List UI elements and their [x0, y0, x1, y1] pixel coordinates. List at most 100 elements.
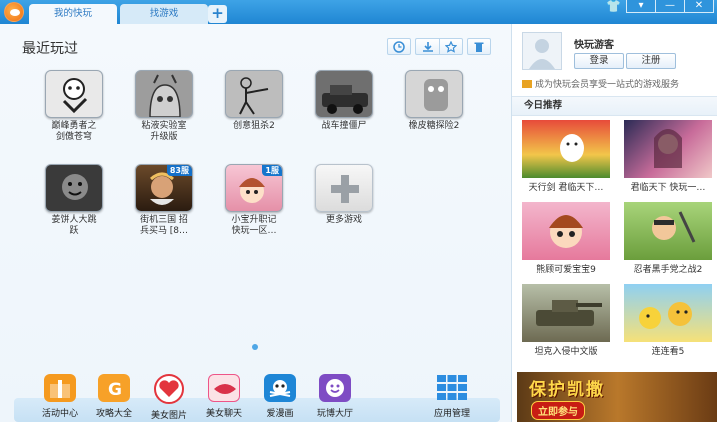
side-panel: 快玩游客 登录 注册 成为快玩会员享受一站式的游戏服务 今日推荐 天行剑 君临天… [511, 24, 717, 422]
vip-text: 成为快玩会员享受一站式的游戏服务 [535, 80, 680, 90]
game-name: 小宝升职记 快玩一区… [231, 215, 277, 236]
recommend-thumbnail [522, 202, 610, 260]
game-tile[interactable]: 橡皮糖探险2 [398, 70, 470, 132]
game-tile[interactable]: 粘液实验室 升级版 [128, 70, 200, 143]
game-tile[interactable]: 创意狙杀2 [218, 70, 290, 132]
recommend-caption: 连连看5 [651, 347, 685, 357]
recommend-item[interactable]: 忍者黑手党之战2 [622, 202, 714, 275]
crown-icon [522, 80, 532, 88]
recommend-item[interactable]: 连连看5 [622, 284, 714, 357]
main-panel: 最近玩过 巅峰勇者之 剑傲苍穹 粘液实验室 升级版 创意狙杀2 战车撞僵尸 橡皮… [0, 24, 511, 422]
favorite-button[interactable] [439, 38, 463, 55]
skull-icon [264, 374, 296, 402]
app-dock: 活动中心 G 攻略大全 美女图片 美女聊天 爱漫画 玩博大厅 应用管理 [0, 368, 511, 422]
app-beauty-photos[interactable]: 美女图片 [143, 374, 195, 421]
game-tile[interactable]: 巅峰勇者之 剑傲苍穹 [38, 70, 110, 143]
app-label: 爱漫画 [266, 409, 294, 419]
game-tile[interactable]: 战车撞僵尸 [308, 70, 380, 132]
download-button[interactable] [415, 38, 439, 55]
app-guides[interactable]: G 攻略大全 [88, 374, 140, 419]
recommend-caption: 忍者黑手党之战2 [633, 265, 703, 275]
app-label: 美女图片 [150, 411, 187, 421]
grid-icon [436, 374, 468, 402]
app-activity-center[interactable]: 活动中心 [34, 374, 86, 419]
menu-button[interactable]: ▾ [627, 0, 655, 12]
minimize-button[interactable]: — [655, 0, 684, 12]
game-name: 战车撞僵尸 [321, 121, 367, 131]
close-button[interactable]: ✕ [684, 0, 713, 12]
recent-games-grid: 巅峰勇者之 剑傲苍穹 粘液实验室 升级版 创意狙杀2 战车撞僵尸 橡皮糖探险2 [38, 70, 488, 270]
gift-icon [44, 374, 76, 402]
game-thumbnail: 83服 [135, 164, 193, 212]
recommend-caption: 熊顾可爱宝宝9 [536, 265, 596, 275]
recommend-caption: 天行剑 君临天下… [528, 183, 604, 193]
recommend-thumbnail [522, 120, 610, 178]
history-button[interactable] [387, 38, 411, 55]
guide-icon: G [98, 374, 130, 402]
app-beauty-chat[interactable]: 美女聊天 [198, 374, 250, 419]
recommend-item[interactable]: 熊顾可爱宝宝9 [520, 202, 612, 275]
recommend-caption: 坦克入侵中文版 [534, 347, 598, 357]
vip-promo[interactable]: 成为快玩会员享受一站式的游戏服务 [522, 77, 679, 90]
banner-title: 保护凯撒 [529, 380, 605, 400]
game-tile[interactable]: 1服 小宝升职记 快玩一区… [218, 164, 290, 237]
page-indicator[interactable] [252, 344, 258, 350]
game-name: 橡皮糖探险2 [408, 121, 460, 131]
game-thumbnail [225, 70, 283, 118]
add-tab-button[interactable]: + [208, 5, 227, 23]
recommend-item[interactable]: 君临天下 快玩一… [622, 120, 714, 193]
app-label: 攻略大全 [95, 409, 132, 419]
app-game-hall[interactable]: 玩博大厅 [309, 374, 361, 419]
recommend-thumbnail [624, 120, 712, 178]
recommend-thumbnail [522, 284, 610, 342]
svg-text:G: G [108, 380, 122, 400]
game-name: 街机三国 招 兵买马 [8… [139, 215, 189, 236]
more-games-tile[interactable]: 更多游戏 [308, 164, 380, 226]
title-bar: 我的快玩 找游戏 + 👕 ▾ — ✕ [0, 0, 717, 24]
recommend-thumbnail [624, 202, 712, 260]
delete-button[interactable] [467, 38, 491, 55]
app-comics[interactable]: 爱漫画 [254, 374, 306, 419]
register-button[interactable]: 注册 [626, 53, 676, 69]
login-button[interactable]: 登录 [574, 53, 624, 69]
game-name: 姜饼人大跳 跃 [51, 215, 97, 236]
download-icon [422, 41, 433, 52]
recommend-item[interactable]: 天行剑 君临天下… [520, 120, 612, 193]
window-controls: ▾ — ✕ [626, 0, 714, 13]
game-name: 创意狙杀2 [233, 121, 275, 131]
heart-icon [154, 374, 184, 404]
recent-toolbar [387, 38, 495, 55]
app-label: 活动中心 [41, 409, 78, 419]
server-badge: 1服 [262, 165, 282, 176]
game-thumbnail [135, 70, 193, 118]
app-label: 玩博大厅 [316, 409, 353, 419]
game-tile[interactable]: 姜饼人大跳 跃 [38, 164, 110, 237]
clock-icon [393, 40, 405, 53]
recommend-thumbnail [624, 284, 712, 342]
game-thumbnail [315, 70, 373, 118]
banner-join-button[interactable]: 立即参与 [531, 401, 585, 420]
tab-find-games[interactable]: 找游戏 [120, 4, 208, 24]
smile-icon [319, 374, 351, 402]
skin-icon[interactable]: 👕 [606, 0, 621, 12]
game-thumbnail [405, 70, 463, 118]
lips-icon [208, 374, 240, 402]
user-name: 快玩游客 [574, 40, 614, 51]
trash-icon [474, 42, 484, 52]
recommend-item[interactable]: 坦克入侵中文版 [520, 284, 612, 357]
section-title: 最近玩过 [22, 41, 78, 57]
promo-banner[interactable]: 保护凯撒 立即参与 [517, 372, 717, 422]
app-label: 应用管理 [433, 409, 470, 419]
app-manager[interactable]: 应用管理 [426, 374, 478, 419]
game-thumbnail [45, 164, 103, 212]
avatar[interactable] [522, 32, 562, 70]
recommend-title: 今日推荐 [512, 96, 717, 116]
tab-my-games[interactable]: 我的快玩 [29, 4, 117, 24]
game-thumbnail: 1服 [225, 164, 283, 212]
game-name: 巅峰勇者之 剑傲苍穹 [51, 121, 97, 142]
plus-icon [315, 164, 373, 212]
recommend-caption: 君临天下 快玩一… [630, 183, 706, 193]
game-name: 更多游戏 [325, 215, 362, 225]
star-icon [445, 40, 457, 53]
game-tile[interactable]: 83服 街机三国 招 兵买马 [8… [128, 164, 200, 237]
